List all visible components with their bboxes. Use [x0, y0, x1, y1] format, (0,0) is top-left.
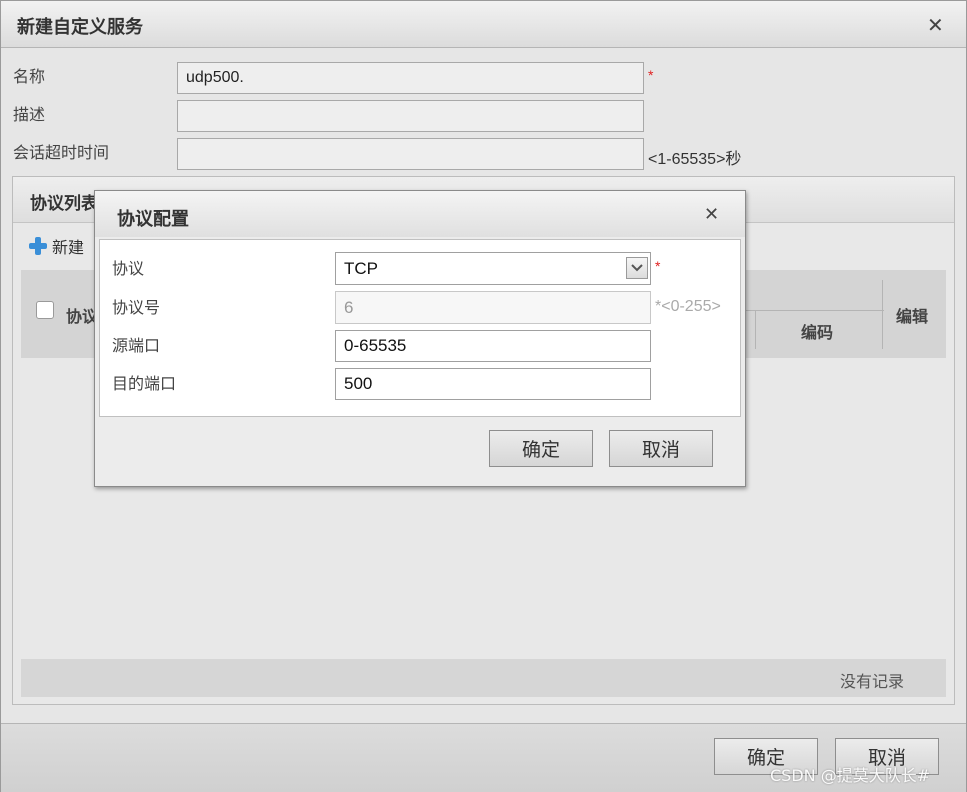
column-divider [755, 311, 756, 349]
dialog-ok-button[interactable]: 确定 [489, 430, 593, 467]
src-port-value: 0-65535 [344, 336, 407, 355]
timeout-input[interactable] [177, 138, 644, 170]
column-divider [882, 280, 883, 349]
dialog-title: 协议配置 [117, 209, 189, 230]
timeout-hint: <1-65535>秒 [648, 151, 742, 168]
chevron-down-icon[interactable] [626, 257, 648, 279]
dst-port-label: 目的端口 [112, 374, 177, 393]
new-protocol-label: 新建 [52, 238, 85, 257]
name-input[interactable]: udp500. [177, 62, 644, 94]
src-port-label: 源端口 [112, 336, 161, 355]
window-titlebar: 新建自定义服务 ✕ [1, 1, 966, 48]
dialog-button-bar: 确定 取消 [95, 417, 745, 481]
column-header-code[interactable]: 编码 [801, 319, 833, 343]
dialog-form: 协议 TCP * 协议号 6 *<0-255> 源端口 0-65535 目的端口… [99, 239, 741, 417]
new-protocol-button[interactable]: 新建 [28, 234, 84, 258]
name-input-value: udp500. [186, 69, 244, 86]
protocol-number-input: 6 [335, 291, 651, 324]
dialog-titlebar: 协议配置 ✕ [95, 191, 745, 237]
protocol-number-label: 协议号 [112, 298, 161, 317]
empty-records-text: 没有记录 [839, 672, 904, 691]
column-header-edit[interactable]: 编辑 [896, 303, 928, 327]
protocol-number-hint: *<0-255> [655, 298, 721, 315]
description-input[interactable] [177, 100, 644, 132]
dst-port-input[interactable]: 500 [335, 368, 651, 400]
close-icon[interactable]: ✕ [927, 13, 944, 37]
protocol-list-title: 协议列表 [30, 194, 98, 214]
watermark: CSDN @提莫大队长# [770, 766, 931, 785]
timeout-label: 会话超时时间 [13, 143, 110, 162]
column-divider [746, 310, 884, 311]
protocol-select-value: TCP [344, 258, 378, 278]
protocol-config-dialog: 协议配置 ✕ 协议 TCP * 协议号 6 *<0-255> 源端口 0-655… [94, 190, 746, 487]
select-all-checkbox[interactable] [36, 301, 54, 319]
plus-icon [28, 236, 48, 256]
protocol-number-value: 6 [344, 297, 354, 317]
name-required-mark: * [648, 67, 654, 83]
protocol-required-mark: * [655, 258, 661, 274]
name-label: 名称 [13, 67, 46, 86]
protocol-table-footer: 没有记录 [21, 659, 946, 697]
description-label: 描述 [13, 105, 46, 124]
dialog-cancel-button[interactable]: 取消 [609, 430, 713, 467]
src-port-input[interactable]: 0-65535 [335, 330, 651, 362]
close-icon[interactable]: ✕ [704, 204, 719, 225]
protocol-select[interactable]: TCP [335, 252, 651, 285]
protocol-label: 协议 [112, 259, 145, 278]
dst-port-value: 500 [344, 374, 373, 393]
window-title: 新建自定义服务 [17, 17, 143, 38]
